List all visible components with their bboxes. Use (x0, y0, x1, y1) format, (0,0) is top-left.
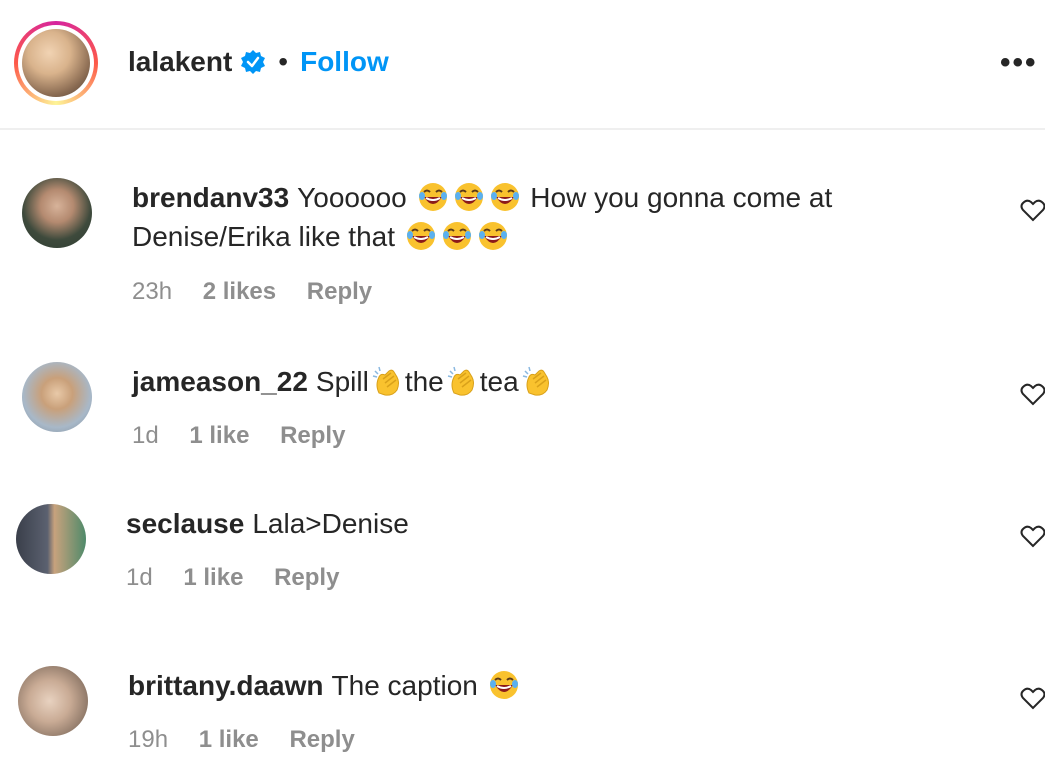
comment-text-part: tea (479, 366, 519, 397)
clapping-hands-emoji-icon (372, 366, 400, 396)
comment-text: brendanv33 Yoooooo How you gonna come at … (132, 178, 982, 256)
comment-likes[interactable]: 1 like (183, 564, 243, 591)
author-avatar-photo (22, 29, 90, 97)
clapping-hands-emoji-icon (521, 366, 549, 396)
laughing-emoji-icon (441, 221, 472, 251)
comment-text: jameason_22 Spill the tea (132, 362, 982, 401)
comment-username[interactable]: brittany.daawn (128, 670, 324, 701)
comment-time: 1d (126, 564, 153, 591)
commenter-avatar[interactable] (16, 504, 86, 574)
verified-badge-icon (241, 50, 266, 74)
comment-username[interactable]: seclause (126, 508, 244, 539)
comment-time: 23h (132, 278, 173, 305)
header-separator: • (278, 46, 289, 77)
comment-username[interactable]: jameason_22 (132, 366, 308, 397)
comment-time: 1d (132, 422, 159, 449)
laughing-emoji-icon (453, 182, 484, 212)
like-heart-icon[interactable] (1020, 524, 1045, 548)
comment-text-part: Spill (315, 366, 369, 397)
laughing-emoji-icon (489, 182, 520, 212)
laughing-emoji-icon (405, 221, 436, 251)
post-comments-panel: lalakent • Follow ••• brendanv33 Yoooooo … (0, 0, 1045, 784)
comment-text-part: The caption (331, 670, 478, 701)
comment-likes[interactable]: 1 like (189, 422, 249, 449)
follow-button[interactable]: Follow (300, 44, 389, 80)
reply-button[interactable]: Reply (307, 278, 372, 305)
like-heart-icon[interactable] (1020, 198, 1045, 222)
comment-meta: 1d 1 like Reply (132, 422, 369, 450)
comment-meta: 1d 1 like Reply (126, 564, 363, 592)
comment-time: 19h (128, 726, 169, 753)
reply-button[interactable]: Reply (280, 422, 345, 449)
laughing-emoji-icon (488, 670, 519, 700)
commenter-avatar[interactable] (22, 362, 92, 432)
post-header: lalakent • Follow ••• (0, 0, 1045, 130)
comment-likes[interactable]: 2 likes (203, 278, 276, 305)
author-username[interactable]: lalakent (128, 44, 232, 80)
laughing-emoji-icon (417, 182, 448, 212)
commenter-avatar[interactable] (22, 178, 92, 248)
comment-text: brittany.daawn The caption (128, 666, 978, 705)
reply-button[interactable]: Reply (274, 564, 339, 591)
comment-likes[interactable]: 1 like (199, 726, 259, 753)
reply-button[interactable]: Reply (289, 726, 354, 753)
comment-text-part: Lala>Denise (252, 508, 409, 539)
comment-text: seclause Lala>Denise (126, 504, 976, 543)
comment-username[interactable]: brendanv33 (132, 182, 289, 213)
more-options-icon[interactable]: ••• (1000, 48, 1038, 78)
like-heart-icon[interactable] (1020, 382, 1045, 406)
comment-text-part: Yoooooo (297, 182, 407, 213)
avatar-ring-gap (18, 25, 94, 101)
like-heart-icon[interactable] (1020, 686, 1045, 710)
laughing-emoji-icon (477, 221, 508, 251)
comment-meta: 23h 2 likes Reply (132, 278, 396, 306)
comment-meta: 19h 1 like Reply (128, 726, 379, 754)
author-info: lalakent • Follow (128, 44, 389, 80)
commenter-avatar[interactable] (18, 666, 88, 736)
comment-text-part: the (404, 366, 444, 397)
author-avatar[interactable] (14, 21, 98, 105)
clapping-hands-emoji-icon (447, 366, 474, 396)
